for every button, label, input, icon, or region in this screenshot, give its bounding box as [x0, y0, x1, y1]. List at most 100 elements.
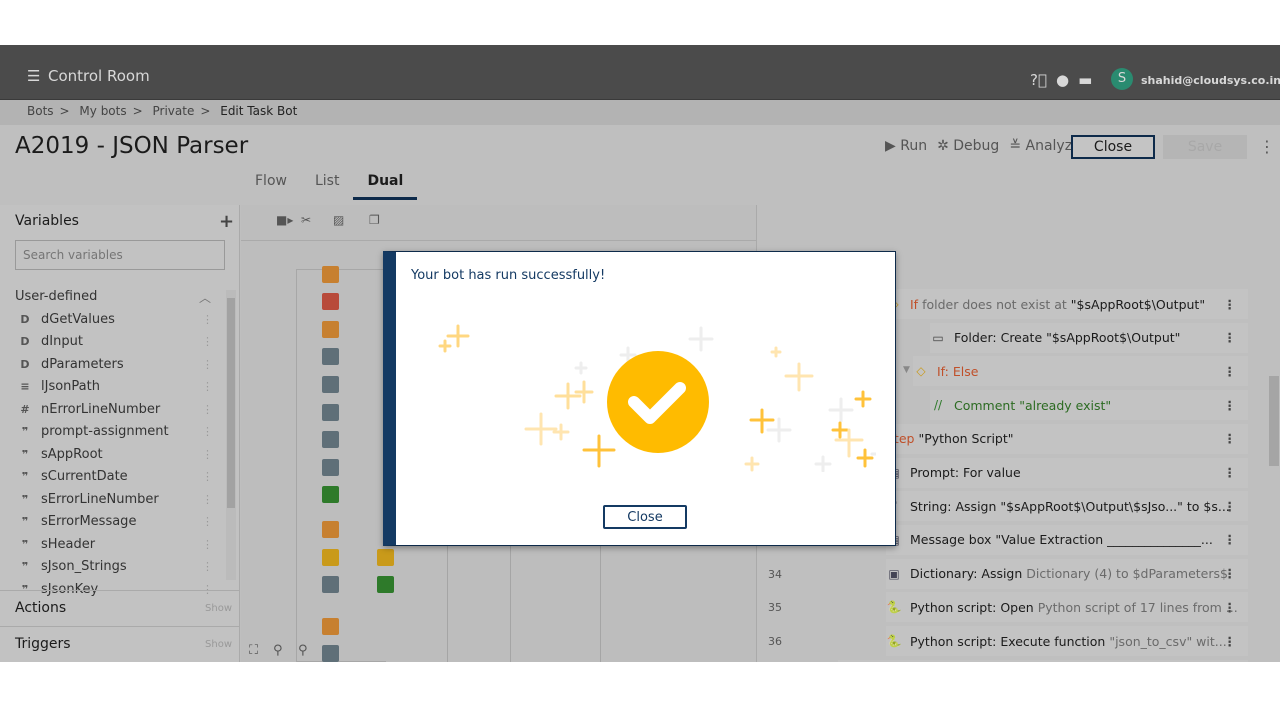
avatar[interactable]: S: [1111, 68, 1133, 90]
tab-flow[interactable]: Flow: [255, 173, 301, 200]
variable-item[interactable]: ❞ sHeader ⋮: [18, 533, 218, 556]
step-node[interactable]: [322, 266, 339, 283]
zoom-in-icon[interactable]: ⚲: [298, 643, 308, 658]
help-icon[interactable]: ?⃝: [1030, 71, 1047, 89]
collapse-caret-icon[interactable]: ▼: [903, 365, 910, 375]
add-variable-icon[interactable]: +: [219, 211, 234, 232]
message-node[interactable]: [322, 459, 339, 476]
variable-item[interactable]: ≡ lJsonPath ⋮: [18, 376, 218, 399]
row-menu-icon[interactable]: ⋮: [1224, 465, 1237, 480]
row-menu-icon[interactable]: ⋮: [1224, 330, 1237, 345]
row-menu-icon[interactable]: ⋮: [1224, 364, 1237, 379]
variable-menu-icon[interactable]: ⋮: [202, 448, 213, 461]
variable-item[interactable]: ❞ sErrorLineNumber ⋮: [18, 488, 218, 511]
search-variables-input[interactable]: [15, 240, 225, 270]
close-button[interactable]: Close: [1071, 135, 1155, 159]
fit-screen-icon[interactable]: ⛶: [249, 643, 258, 658]
variable-menu-icon[interactable]: ⋮: [202, 470, 213, 483]
dialog-close-button[interactable]: Close: [603, 505, 687, 529]
folder-node[interactable]: [322, 576, 339, 593]
more-options-icon[interactable]: ⋮: [1259, 137, 1275, 156]
variable-menu-icon[interactable]: ⋮: [202, 515, 213, 528]
row-menu-icon[interactable]: ⋮: [1224, 431, 1237, 446]
record-icon[interactable]: ■▸: [276, 213, 293, 227]
list-item[interactable]: ▭ Folder: Create "$sAppRoot$\Output" ⋮: [930, 322, 1248, 353]
list-item[interactable]: // Comment "already exist" ⋮: [930, 390, 1248, 421]
analyze-button[interactable]: ≚ Analyze: [1009, 138, 1080, 154]
step-node[interactable]: [322, 521, 339, 538]
screenshot-icon[interactable]: ▨: [333, 213, 344, 227]
comment-node[interactable]: [377, 576, 394, 593]
variable-menu-icon[interactable]: ⋮: [202, 538, 213, 551]
variable-menu-icon[interactable]: ⋮: [202, 560, 213, 573]
list-scrollbar[interactable]: [1268, 241, 1279, 661]
user-defined-header[interactable]: User-defined: [15, 289, 97, 304]
debug-button[interactable]: ✲ Debug: [937, 138, 999, 154]
laptop-icon[interactable]: ▬: [1078, 71, 1092, 89]
comment-node[interactable]: [322, 486, 339, 503]
list-item[interactable]: 🐍 Python script: Open Python script of 17…: [886, 592, 1248, 623]
prompt-node[interactable]: [322, 645, 339, 662]
breadcrumb-private[interactable]: Private: [153, 104, 195, 118]
python-node[interactable]: [322, 404, 339, 421]
variables-scrollbar[interactable]: [226, 290, 236, 580]
tab-list[interactable]: List: [315, 173, 353, 200]
globe-icon[interactable]: ●: [1056, 71, 1069, 89]
python-node[interactable]: [322, 431, 339, 448]
list-item[interactable]: Step "Python Script" ⋮: [886, 423, 1248, 454]
breadcrumb-bots[interactable]: Bots: [27, 104, 54, 118]
variable-menu-icon[interactable]: ⋮: [202, 335, 213, 348]
variable-item[interactable]: DdParameters ⋮: [18, 353, 218, 376]
triggers-show-link[interactable]: Show: [205, 639, 232, 650]
list-item[interactable]: △Error handler: Catch AllErrors⋮: [838, 659, 1248, 662]
run-button[interactable]: ▶ Run: [885, 138, 927, 154]
breadcrumb-my-bots[interactable]: My bots: [79, 104, 126, 118]
list-item[interactable]: 🐍 Python script: Execute function "json_t…: [886, 626, 1248, 656]
save-button[interactable]: Save: [1163, 135, 1247, 159]
variable-item[interactable]: ❞ sErrorMessage ⋮: [18, 511, 218, 534]
list-item[interactable]: ❞String: Assign "$sAppRoot$\Output\$sJso…: [886, 491, 1248, 522]
triggers-section[interactable]: Triggers Show: [0, 626, 240, 662]
row-menu-icon[interactable]: ⋮: [1224, 634, 1237, 649]
zoom-out-icon[interactable]: ⚲: [273, 643, 283, 658]
prompt-node[interactable]: [322, 348, 339, 365]
variable-menu-icon[interactable]: ⋮: [202, 425, 213, 438]
list-item[interactable]: ◇If folder does not exist at "$sAppRoot$…: [886, 289, 1248, 319]
variable-menu-icon[interactable]: ⋮: [202, 380, 213, 393]
dictionary-node[interactable]: [322, 376, 339, 393]
step-node[interactable]: [322, 321, 339, 338]
actions-show-link[interactable]: Show: [205, 603, 232, 614]
row-menu-icon[interactable]: ⋮: [1224, 566, 1237, 581]
error-handler-node[interactable]: [322, 293, 339, 310]
actions-section[interactable]: Actions Show: [0, 590, 240, 626]
variable-item[interactable]: ❞ sAppRoot ⋮: [18, 443, 218, 466]
variable-item[interactable]: ❞ prompt-assignment ⋮: [18, 421, 218, 444]
row-menu-icon[interactable]: ⋮: [1224, 499, 1237, 514]
variable-item[interactable]: DdInput ⋮: [18, 331, 218, 354]
variable-menu-icon[interactable]: ⋮: [202, 358, 213, 371]
list-item[interactable]: ▤Prompt: For value⋮: [886, 457, 1248, 488]
hamburger-menu-icon[interactable]: ☰: [27, 67, 40, 85]
variable-menu-icon[interactable]: ⋮: [202, 403, 213, 416]
row-menu-icon[interactable]: ⋮: [1224, 398, 1237, 413]
tab-dual[interactable]: Dual: [353, 173, 418, 200]
row-menu-icon[interactable]: ⋮: [1224, 600, 1237, 615]
if-node[interactable]: [322, 549, 339, 566]
variable-item[interactable]: DdGetValues ⋮: [18, 308, 218, 331]
if-node[interactable]: [377, 549, 394, 566]
copy-icon[interactable]: ❐: [369, 213, 380, 227]
list-item[interactable]: ◇ If: Else ⋮: [913, 356, 1248, 387]
variable-item[interactable]: ❞ sJson_Strings ⋮: [18, 556, 218, 579]
list-item[interactable]: ▣ Dictionary: Assign Dictionary (4) to $d…: [886, 558, 1248, 589]
user-email[interactable]: shahid@cloudsys.co.in: [1141, 74, 1280, 87]
variable-item[interactable]: ❞ sCurrentDate ⋮: [18, 466, 218, 489]
list-item[interactable]: ▤Message box "Value Extraction _________…: [886, 524, 1248, 555]
variable-menu-icon[interactable]: ⋮: [202, 493, 213, 506]
row-menu-icon[interactable]: ⋮: [1224, 297, 1237, 312]
chevron-up-icon[interactable]: ︿: [199, 289, 211, 306]
disable-record-icon[interactable]: ✂: [301, 213, 311, 227]
variable-item[interactable]: # nErrorLineNumber ⋮: [18, 398, 218, 421]
variable-menu-icon[interactable]: ⋮: [202, 313, 213, 326]
row-menu-icon[interactable]: ⋮: [1224, 532, 1237, 547]
step-node[interactable]: [322, 618, 339, 635]
